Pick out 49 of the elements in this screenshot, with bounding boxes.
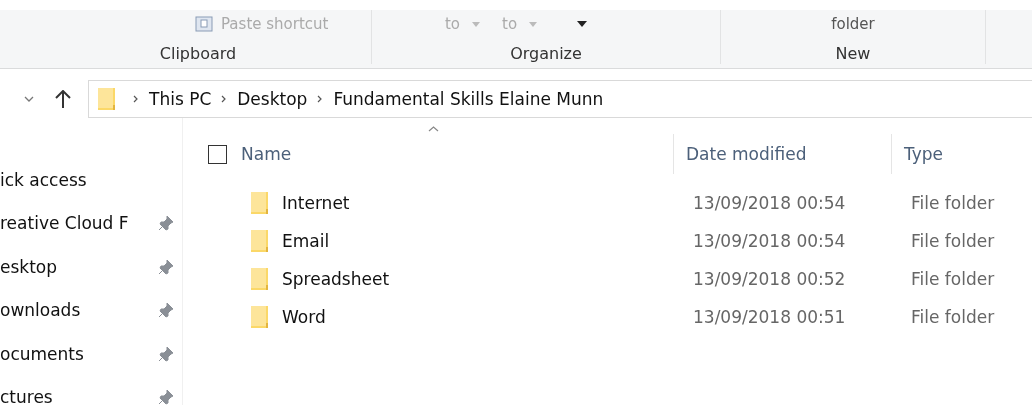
chevron-right-icon [317, 95, 324, 103]
ribbon-group-label: New [835, 44, 871, 63]
table-cell: File folder [911, 307, 995, 327]
up-arrow-icon [55, 90, 71, 108]
chevron-down-icon [24, 96, 34, 102]
file-name[interactable]: Email [282, 231, 330, 251]
breadcrumb[interactable]: Fundamental Skills Elaine Munn [333, 89, 604, 109]
pin-icon [158, 345, 174, 362]
table-cell: File folder [911, 231, 995, 251]
new-folder-button[interactable]: folder [831, 15, 875, 33]
ribbon-group-label: Organize [510, 44, 582, 63]
folder-icon [250, 267, 270, 291]
column-header[interactable]: Type [904, 144, 944, 164]
address-bar[interactable]: This PC Desktop Fundamental Skills Elaine Munn [88, 80, 1032, 118]
sidebar-item[interactable]: ick access [0, 169, 87, 190]
table-cell: 13/09/2018 00:52 [693, 269, 846, 289]
folder-icon [250, 191, 270, 215]
file-name[interactable]: Word [282, 307, 326, 327]
caret-icon [472, 21, 480, 27]
table-cell: 13/09/2018 00:51 [693, 307, 846, 327]
table-cell: 13/09/2018 00:54 [693, 193, 846, 213]
breadcrumb[interactable]: Desktop [237, 89, 308, 109]
chevron-right-icon [221, 95, 228, 103]
sidebar-item[interactable]: reative Cloud F [0, 213, 129, 234]
folder-icon [250, 229, 270, 253]
chevron-right-icon [133, 95, 139, 103]
clipboard-icon [195, 16, 213, 32]
select-all-checkbox[interactable] [208, 144, 227, 164]
caret-icon [577, 21, 588, 27]
breadcrumb[interactable]: This PC [149, 89, 212, 109]
pin-icon [158, 302, 174, 319]
sidebar-item[interactable]: esktop [0, 256, 58, 277]
column-header[interactable]: Date modified [686, 144, 807, 164]
table-cell: File folder [911, 193, 995, 213]
column-header[interactable]: Name [241, 144, 292, 164]
file-name[interactable]: Internet [282, 193, 350, 213]
table-cell: File folder [911, 269, 995, 289]
file-name[interactable]: Spreadsheet [282, 269, 390, 289]
folder-icon [97, 87, 117, 111]
sidebar-item[interactable]: ownloads [0, 300, 81, 321]
caret-icon [529, 21, 538, 27]
sidebar-item[interactable]: ocuments [0, 343, 84, 364]
pin-icon [158, 258, 174, 275]
folder-icon [250, 305, 270, 329]
sidebar-item[interactable]: ctures [0, 387, 53, 405]
ribbon-group-label: Clipboard [159, 44, 237, 63]
pin-icon [158, 215, 174, 232]
table-cell: 13/09/2018 00:54 [693, 231, 846, 251]
pin-icon [158, 389, 174, 405]
